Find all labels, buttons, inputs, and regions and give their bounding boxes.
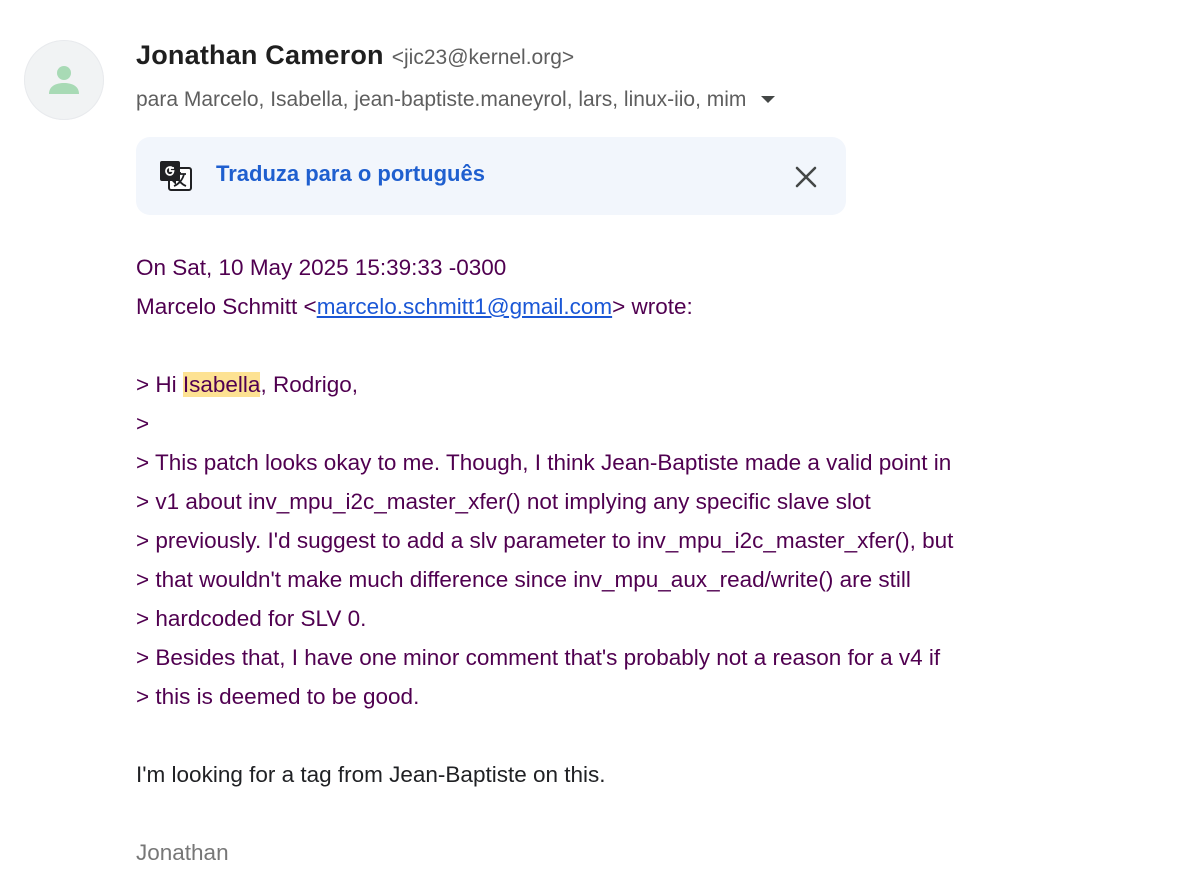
message-header: Jonathan Cameron <jic23@kernel.org> para…	[136, 40, 1136, 118]
show-details-button[interactable]	[756, 88, 780, 112]
quote-line: > This patch looks okay to me. Though, I…	[136, 450, 952, 475]
email-message-view: Jonathan Cameron <jic23@kernel.org> para…	[0, 0, 1200, 878]
quote-header-date: On Sat, 10 May 2025 15:39:33 -0300	[136, 255, 507, 280]
recipients-line: para Marcelo, Isabella, jean-baptiste.ma…	[136, 82, 1136, 118]
quote-line: > Hi Isabella, Rodrigo,	[136, 365, 1176, 404]
caret-down-icon	[761, 96, 776, 103]
quote-line: > that wouldn't make much difference sin…	[136, 567, 911, 592]
person-icon	[49, 66, 79, 94]
sender-line: Jonathan Cameron <jic23@kernel.org>	[136, 40, 1136, 80]
sender-avatar[interactable]	[24, 40, 104, 120]
quote-line: > Besides that, I have one minor comment…	[136, 645, 941, 670]
reply-text: I'm looking for a tag from Jean-Baptiste…	[136, 762, 606, 787]
translate-link[interactable]: Traduza para o português	[216, 161, 485, 187]
close-translate-button[interactable]	[786, 157, 826, 197]
quote-header-author: Marcelo Schmitt <marcelo.schmitt1@gmail.…	[136, 287, 1176, 326]
quote-line: > this is deemed to be good.	[136, 684, 420, 709]
recipients-text: para Marcelo, Isabella, jean-baptiste.ma…	[136, 88, 747, 111]
sender-name[interactable]: Jonathan Cameron	[136, 40, 384, 71]
quote-author-name: Marcelo Schmitt <	[136, 294, 317, 319]
sender-email: <jic23@kernel.org>	[391, 46, 575, 69]
quote-line-suffix: , Rodrigo,	[260, 372, 359, 397]
quote-line: >	[136, 411, 150, 436]
quote-author-email-link[interactable]: marcelo.schmitt1@gmail.com	[317, 294, 612, 319]
signature: Jonathan	[136, 840, 229, 865]
quote-line: > hardcoded for SLV 0.	[136, 606, 367, 631]
google-translate-icon	[160, 161, 192, 191]
quote-author-suffix: > wrote:	[612, 294, 693, 319]
close-icon	[795, 166, 817, 188]
message-body: On Sat, 10 May 2025 15:39:33 -0300 Marce…	[136, 248, 1176, 872]
quote-line: > previously. I'd suggest to add a slv p…	[136, 528, 954, 553]
quote-line: > v1 about inv_mpu_i2c_master_xfer() not…	[136, 489, 871, 514]
search-highlight: Isabella	[182, 372, 261, 397]
quote-line-prefix: > Hi	[136, 372, 183, 397]
translate-bar: Traduza para o português	[136, 137, 846, 215]
